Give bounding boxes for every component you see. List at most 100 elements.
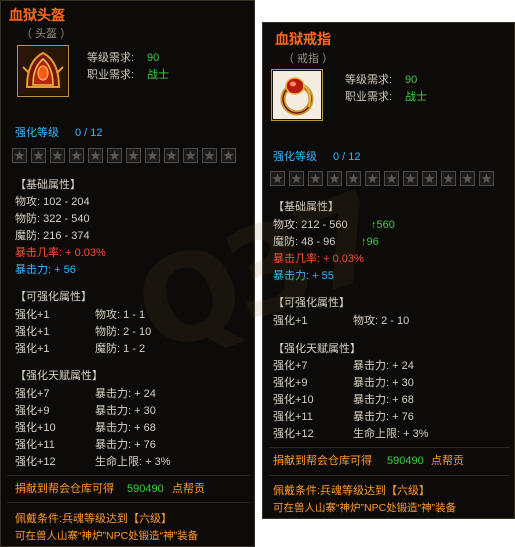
forge-note: 可在兽人山寨“神炉”NPC处锻造“神”装备	[15, 530, 199, 542]
talent-level: 强化+7	[15, 388, 50, 400]
talent-attr: 暴击力: + 30	[95, 405, 156, 417]
talent-level: 强化+12	[273, 428, 314, 440]
enhance-level-label: 强化等级	[273, 151, 317, 163]
enhance-level-value: 0 / 12	[333, 151, 361, 163]
enh-attr: 物防: 2 - 10	[95, 326, 152, 338]
enhance-level-label: 强化等级	[15, 127, 59, 139]
base-attr-line: 魔防: 48 - 96	[273, 236, 336, 248]
talent-attr-header: 【强化天赋属性】	[15, 370, 103, 382]
talent-level: 强化+11	[273, 411, 313, 423]
talent-attr: 暴击力: + 24	[95, 388, 156, 400]
enh-attr: 魔防: 1 - 2	[95, 343, 146, 355]
talent-attr: 暴击力: + 30	[353, 377, 414, 389]
star-slot-icon	[164, 148, 179, 163]
enh-level: 强化+1	[15, 343, 50, 355]
divider	[269, 475, 510, 476]
star-slot-icon	[107, 148, 122, 163]
item-title: 血狱头盔	[9, 7, 65, 23]
star-slot-icon	[327, 171, 342, 186]
donate-label: 捐献到帮会仓库可得	[273, 455, 372, 467]
star-slot-icon	[308, 171, 323, 186]
level-req-label: 等级需求:	[87, 52, 135, 64]
star-slot-icon	[346, 171, 361, 186]
class-req-value: 战士	[405, 91, 427, 103]
enh-attr: 物攻: 1 - 1	[95, 309, 146, 321]
donate-value: 590490	[387, 455, 424, 467]
talent-level: 强化+7	[273, 360, 308, 372]
donate-unit: 点帮贡	[172, 483, 205, 495]
base-attr-header: 【基础属性】	[15, 179, 81, 191]
star-slot-icon	[126, 148, 141, 163]
wear-condition: 佩戴条件:兵魂等级达到【六级】	[273, 485, 431, 497]
base-attr-line: 暴击力: + 55	[273, 270, 334, 282]
base-attr-line: 物攻: 212 - 560	[273, 219, 348, 231]
talent-attr: 暴击力: + 68	[95, 422, 156, 434]
talent-attr: 暴击力: + 76	[95, 439, 156, 451]
talent-attr: 暴击力: + 68	[353, 394, 414, 406]
base-attr-line: 物防: 322 - 540	[15, 213, 90, 225]
base-attr-line: 魔防: 216 - 374	[15, 230, 90, 242]
forge-note: 可在兽人山寨“神炉”NPC处锻造“神”装备	[273, 502, 457, 514]
star-slot-icon	[384, 171, 399, 186]
level-req-value: 90	[405, 74, 418, 86]
star-slot-icon	[460, 171, 475, 186]
talent-attr-header: 【强化天赋属性】	[273, 343, 361, 355]
item-title: 血狱戒指	[275, 31, 331, 47]
stat-increase-value: 96	[366, 236, 379, 248]
donate-label: 捐献到帮会仓库可得	[15, 483, 114, 495]
talent-level: 强化+10	[15, 422, 56, 434]
stat-increase-indicator: ↑96	[361, 235, 379, 249]
class-req-value: 战士	[147, 69, 169, 81]
star-slot-icon	[441, 171, 456, 186]
base-attr-line: 暴击几率: + 0.03%	[273, 253, 364, 265]
star-slot-icon	[50, 148, 65, 163]
star-slot-icon	[202, 148, 217, 163]
enhanceable-attr-header: 【可强化属性】	[15, 291, 92, 303]
level-req-value: 90	[147, 52, 160, 64]
stat-increase-indicator: ↑560	[371, 218, 395, 232]
talent-level: 强化+11	[15, 439, 55, 451]
helmet-tooltip-card: 血狱头盔 （ 头盔 ） 等级需求: 90 职业需求: 战士 强化等级 0 / 1…	[0, 0, 255, 547]
enhanceable-attr-header: 【可强化属性】	[273, 297, 350, 309]
item-type: （ 头盔 ）	[21, 28, 72, 40]
item-type: （ 戒指 ）	[283, 53, 334, 65]
star-slot-icon	[183, 148, 198, 163]
talent-level: 强化+12	[15, 456, 56, 468]
star-slot-icon	[365, 171, 380, 186]
class-req-label: 职业需求:	[345, 91, 393, 103]
star-slot-icon	[12, 148, 27, 163]
divider	[7, 475, 250, 476]
enhance-level-value: 0 / 12	[75, 127, 103, 139]
level-req-label: 等级需求:	[345, 74, 393, 86]
talent-attr: 暴击力: + 76	[353, 411, 414, 423]
enh-attr: 物攻: 2 - 10	[353, 315, 410, 327]
divider	[7, 502, 250, 503]
enhance-star-row	[12, 148, 240, 166]
ring-tooltip-card: 血狱戒指 （ 戒指 ） 等级需求: 90 职业需求: 战士 强化等级 0 / 1…	[262, 22, 515, 519]
talent-level: 强化+9	[273, 377, 308, 389]
star-slot-icon	[422, 171, 437, 186]
donate-value: 590490	[127, 483, 164, 495]
star-slot-icon	[221, 148, 236, 163]
base-attr-header: 【基础属性】	[273, 201, 339, 213]
class-req-label: 职业需求:	[87, 69, 135, 81]
star-slot-icon	[270, 171, 285, 186]
star-slot-icon	[69, 148, 84, 163]
base-attr-line: 暴击力: + 56	[15, 264, 76, 276]
enh-level: 强化+1	[273, 315, 308, 327]
base-attr-line: 暴击几率: + 0.03%	[15, 247, 106, 259]
enh-level: 强化+1	[15, 326, 50, 338]
donate-unit: 点帮贡	[431, 455, 464, 467]
star-slot-icon	[31, 148, 46, 163]
talent-attr: 生命上限: + 3%	[353, 428, 429, 440]
stat-increase-value: 560	[376, 219, 395, 231]
star-slot-icon	[479, 171, 494, 186]
talent-attr: 暴击力: + 24	[353, 360, 414, 372]
ring-icon	[271, 69, 323, 121]
talent-level: 强化+9	[15, 405, 50, 417]
base-attr-line: 物攻: 102 - 204	[15, 196, 90, 208]
wear-condition: 佩戴条件:兵魂等级达到【六级】	[15, 513, 173, 525]
enhance-star-row	[270, 171, 498, 189]
star-slot-icon	[145, 148, 160, 163]
enh-level: 强化+1	[15, 309, 50, 321]
